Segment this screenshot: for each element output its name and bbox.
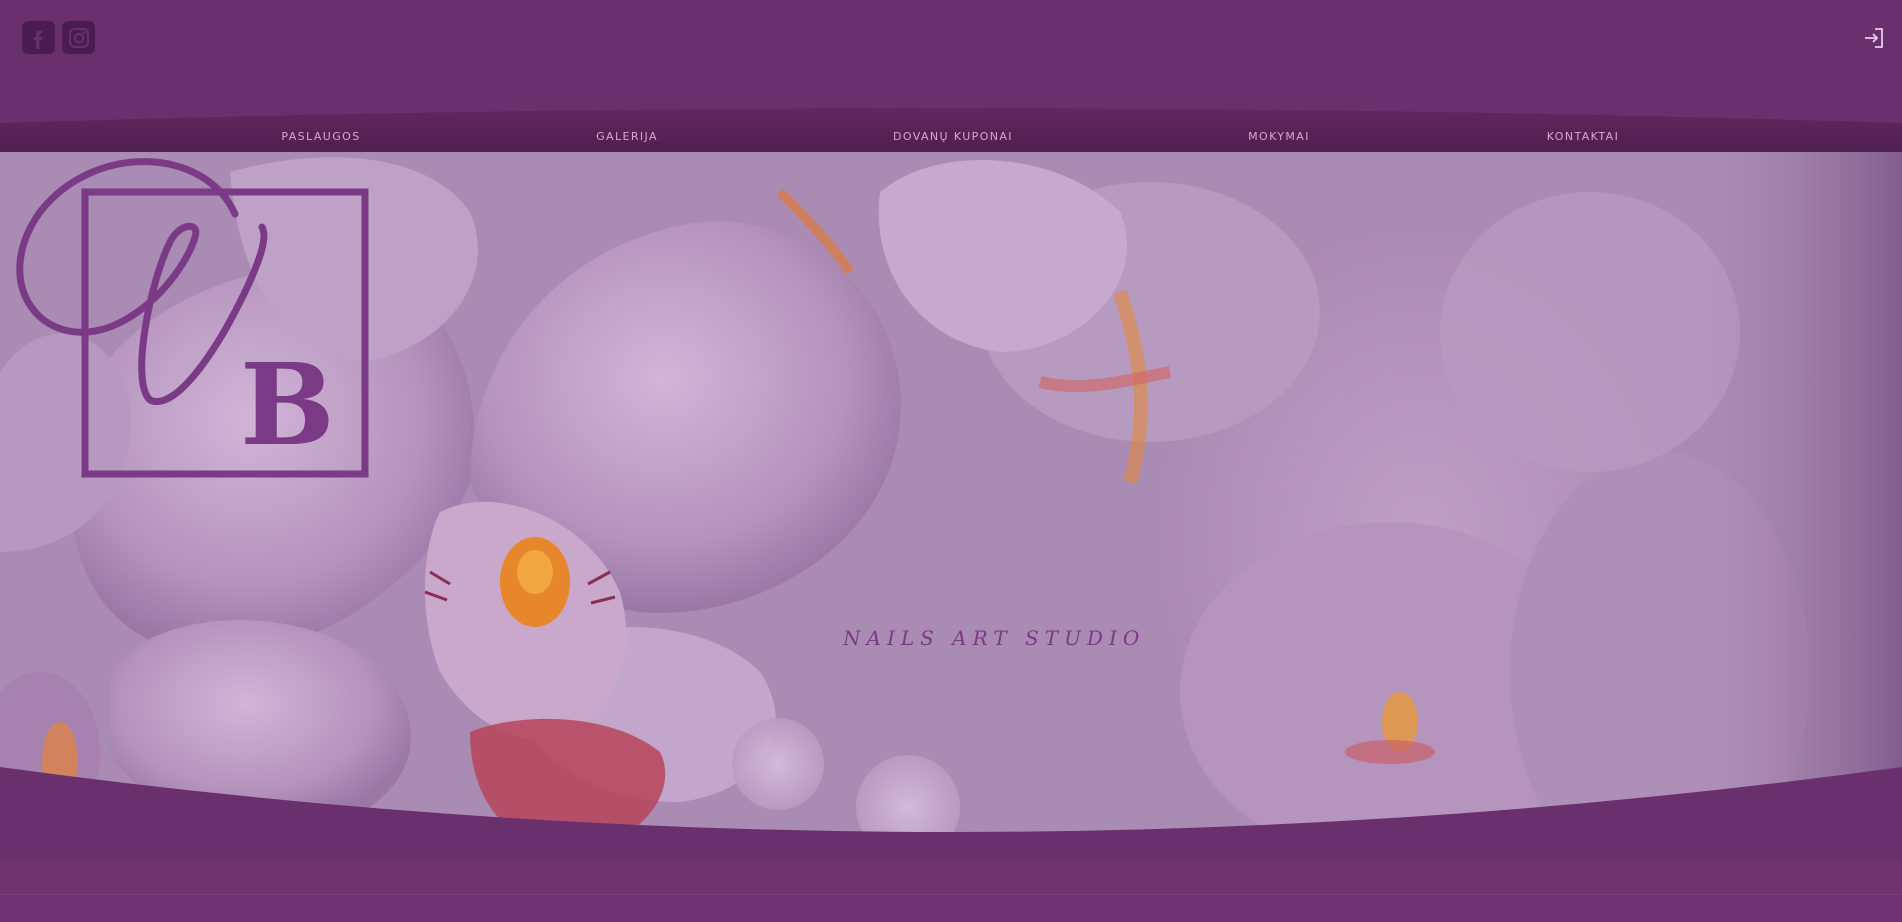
site-header: PASLAUGOS GALERIJA DOVANŲ KUPONAI MOKYMA…: [0, 0, 1902, 152]
svg-text:B: B: [240, 340, 335, 471]
instagram-icon[interactable]: [62, 21, 95, 54]
tagline: NAILS ART STUDIO: [843, 626, 1146, 650]
nav-item-kontaktai[interactable]: KONTAKTAI: [1547, 130, 1619, 143]
nav-item-paslaugos[interactable]: PASLAUGOS: [281, 130, 360, 143]
main-nav: PASLAUGOS GALERIJA DOVANŲ KUPONAI MOKYMA…: [0, 130, 1902, 146]
nav-item-dovanu-kuponai[interactable]: DOVANŲ KUPONAI: [893, 130, 1013, 143]
bottom-strip: [0, 894, 1902, 922]
nav-item-mokymai[interactable]: MOKYMAI: [1248, 130, 1310, 143]
vb-logo: B: [16, 158, 369, 478]
hero-banner: B NAILS ART STUDIO: [0, 152, 1902, 894]
facebook-icon[interactable]: [22, 21, 55, 54]
login-icon[interactable]: [1862, 26, 1886, 50]
social-links: [22, 21, 95, 54]
nav-item-galerija[interactable]: GALERIJA: [596, 130, 658, 143]
